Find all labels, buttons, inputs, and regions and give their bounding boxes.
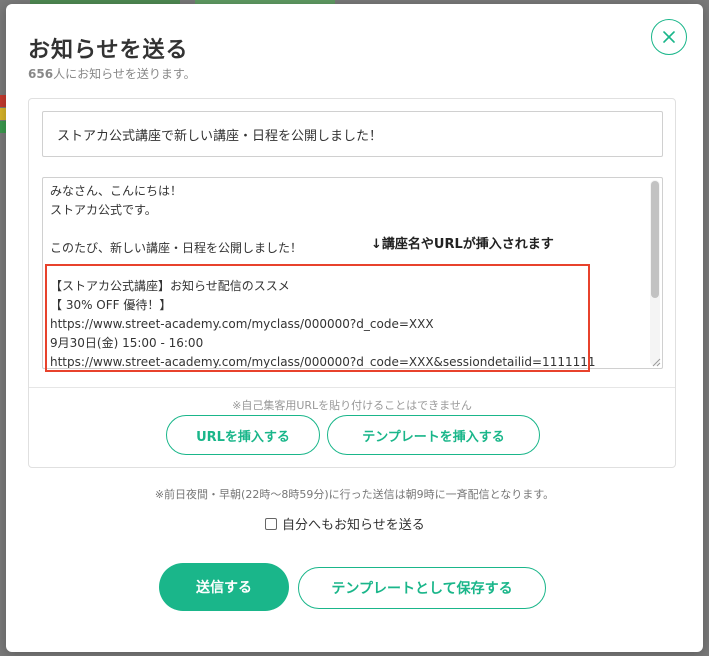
- self-notify-checkbox[interactable]: [265, 517, 277, 530]
- self-notify-label: 自分へもお知らせを送る: [282, 518, 425, 533]
- resize-handle-icon[interactable]: [651, 357, 661, 367]
- schedule-note: ※前日夜間・早朝(22時〜8時59分)に行った送信は朝9時に一斉配信となります。: [154, 488, 555, 501]
- recipient-count: 656: [28, 67, 54, 81]
- insert-template-button[interactable]: テンプレートを挿入する: [327, 415, 540, 455]
- divider: [29, 387, 675, 388]
- notification-form: みなさん、こんにちは！ストアカ公式です。 このたび、新しい講座・日程を公開しまし…: [28, 98, 676, 468]
- body-line: [50, 258, 640, 277]
- subject-input[interactable]: [42, 111, 663, 157]
- body-line: みなさん、こんにちは！: [50, 184, 183, 198]
- url-note: ※自己集客用URLを貼り付けることはできません: [232, 399, 472, 412]
- insert-url-button[interactable]: URLを挿入する: [166, 415, 320, 455]
- modal-subtitle: 656人にお知らせを送ります。: [28, 65, 196, 82]
- insert-annotation: ↓講座名やURLが挿入されます: [371, 237, 554, 252]
- recipient-suffix: 人にお知らせを送ります。: [53, 67, 196, 81]
- send-notification-modal: お知らせを送る 656人にお知らせを送ります。 みなさん、こんにちは！ ストアカ公…: [6, 4, 703, 652]
- body-line: https://www.street-academy.com/myclass/0…: [50, 317, 434, 331]
- body-line: https://www.street-academy.com/myclass/0…: [50, 355, 596, 369]
- save-template-button[interactable]: テンプレートとして保存する: [298, 567, 546, 609]
- body-text: みなさん、こんにちは！ ストアカ公式です。 このたび、新しい講座・日程を公開しまし…: [50, 182, 640, 369]
- send-button[interactable]: 送信する: [159, 563, 289, 611]
- body-line: 【 30% OFF 優待！】: [50, 298, 172, 312]
- body-line: 9月30日(金) 15:00 - 16:00: [50, 336, 204, 350]
- modal-title: お知らせを送る: [28, 38, 189, 63]
- body-textarea[interactable]: みなさん、こんにちは！ ストアカ公式です。 このたび、新しい講座・日程を公開しまし…: [42, 177, 663, 369]
- close-icon: [663, 31, 675, 43]
- self-notify-option[interactable]: 自分へもお知らせを送る: [265, 514, 425, 533]
- body-line: ストアカ公式です。: [50, 203, 157, 217]
- scrollbar-thumb[interactable]: [651, 181, 659, 298]
- body-line: 【ストアカ公式講座】お知らせ配信のススメ: [50, 279, 290, 293]
- close-button[interactable]: [651, 19, 687, 55]
